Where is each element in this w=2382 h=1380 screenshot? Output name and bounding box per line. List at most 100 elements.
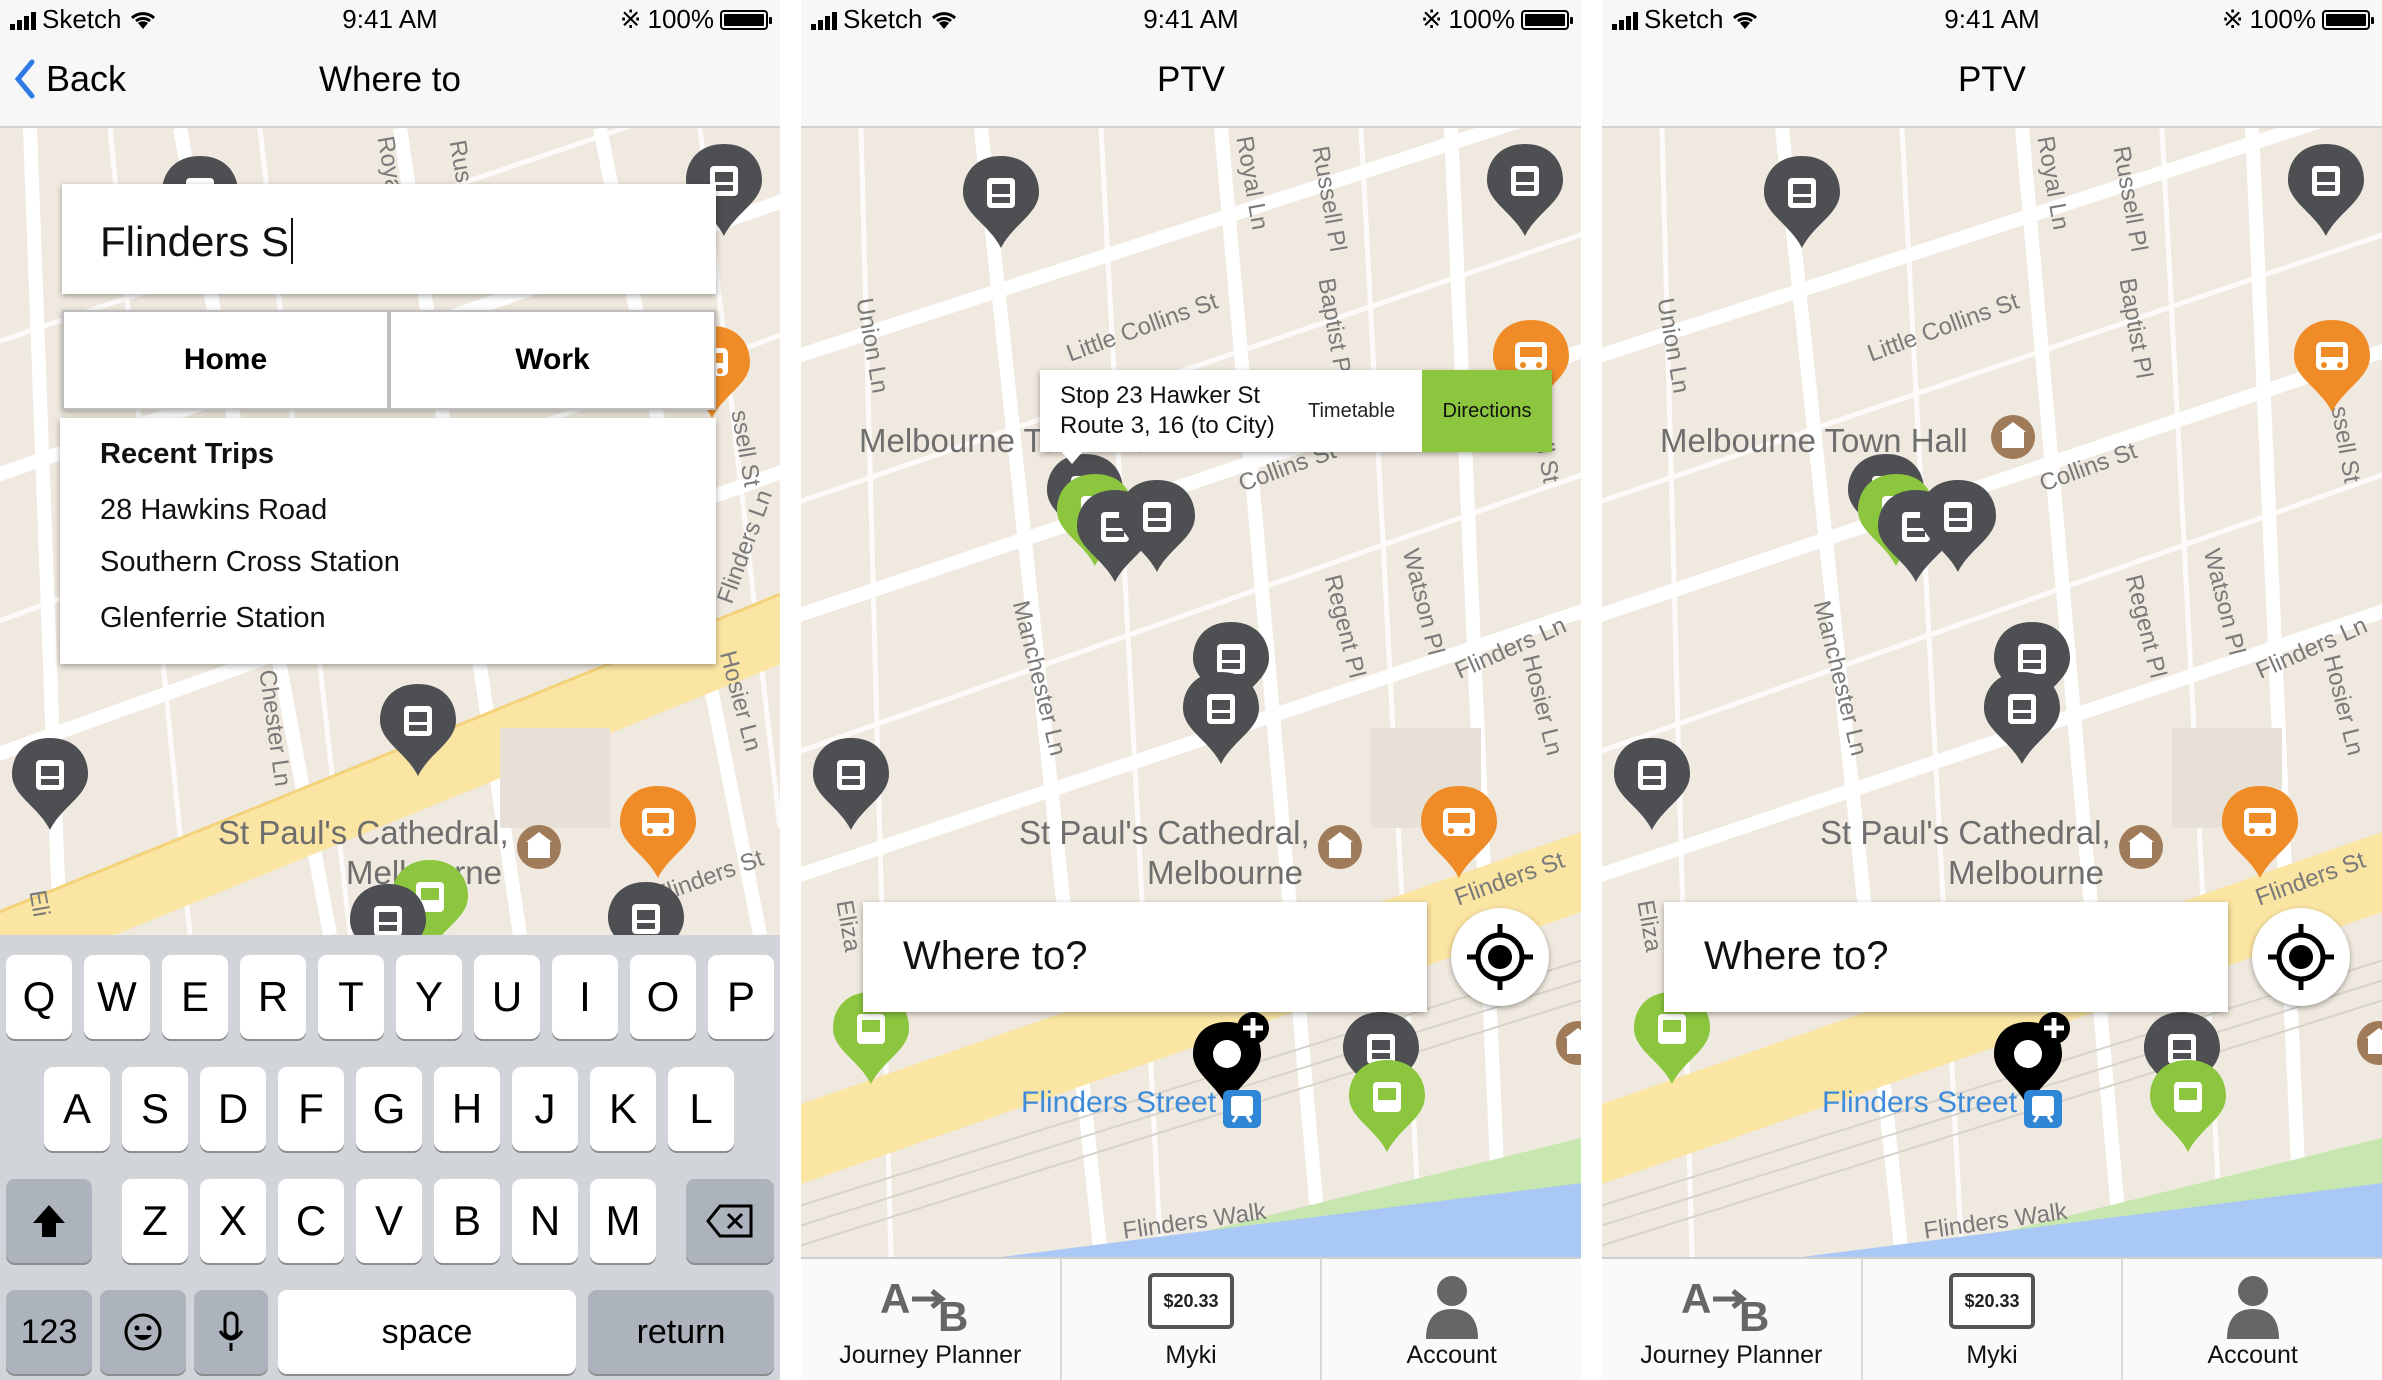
emoji-key[interactable] [100,1290,186,1374]
numbers-key[interactable]: 123 [6,1290,92,1374]
space-key[interactable]: space [278,1290,576,1374]
svg-text:A: A [880,1275,910,1322]
tab-label: Myki [1966,1341,2018,1369]
bus-stop-pin[interactable] [1419,782,1499,882]
stop-pin[interactable] [961,152,1041,252]
screen-map-stop-selected: Sketch 9:41 AM ※ 100% PTV Little Collins… [801,0,1581,1380]
stop-pin[interactable] [2286,140,2366,240]
key-m[interactable]: M [590,1179,656,1263]
myki-card-icon: $20.33 [1148,1273,1234,1329]
bus-stop-pin[interactable] [2220,782,2300,882]
map-label-elizabeth: Eli [23,888,55,919]
key-c[interactable]: C [278,1179,344,1263]
destination-search-input[interactable]: Flinders S [62,184,716,294]
key-k[interactable]: K [590,1067,656,1151]
page-title: Where to [319,60,461,99]
tab-account[interactable]: Account [2121,1259,2382,1380]
tab-label: Account [1406,1341,1497,1369]
popup-pointer [1060,450,1084,464]
map-view[interactable]: Little Collins St Union Ln Royal Ln Russ… [1602,128,2382,1257]
stop-pin[interactable] [1181,668,1261,768]
key-x[interactable]: X [200,1179,266,1263]
stop-pin[interactable] [811,734,891,834]
bluetooth-icon: ※ [619,4,642,34]
stop-pin[interactable] [1117,476,1197,576]
map-label-cathedral-2: Melbourne [1147,854,1303,891]
where-to-placeholder: Where to? [903,934,1088,978]
tab-myki[interactable]: $20.33 Myki [1860,1259,2122,1380]
work-button[interactable]: Work [389,310,716,410]
my-location-button[interactable] [1451,908,1549,1006]
directions-button[interactable]: Directions [1422,370,1552,452]
timetable-button[interactable]: Timetable [1308,400,1395,423]
recent-trip-item[interactable]: 28 Hawkins Road [100,494,327,527]
key-b[interactable]: B [434,1179,500,1263]
where-to-search-box[interactable]: Where to? [863,902,1427,1012]
key-n[interactable]: N [512,1179,578,1263]
stop-info-popup: Stop 23 Hawker St Route 3, 16 (to City) … [1040,370,1552,464]
landmark-icon [2119,825,2163,869]
battery-percent: 100% [647,4,715,34]
key-r[interactable]: R [240,955,306,1039]
where-to-search-box[interactable]: Where to? [1664,902,2228,1012]
key-z[interactable]: Z [122,1179,188,1263]
key-g[interactable]: G [356,1067,422,1151]
tab-bar: AB Journey Planner $20.33 Myki Account [1602,1257,2382,1380]
key-o[interactable]: O [630,955,696,1039]
key-a[interactable]: A [44,1067,110,1151]
tab-myki[interactable]: $20.33 Myki [1059,1259,1321,1380]
key-w[interactable]: W [84,955,150,1039]
key-f[interactable]: F [278,1067,344,1151]
map-label-cathedral: St Paul's Cathedral, [1820,814,2111,851]
stop-pin[interactable] [378,680,458,780]
tab-journey-planner[interactable]: AB Journey Planner [801,1259,1060,1380]
key-u[interactable]: U [474,955,540,1039]
tab-label: Myki [1165,1341,1217,1369]
backspace-icon [706,1204,753,1238]
my-location-button[interactable] [2252,908,2350,1006]
tab-account[interactable]: Account [1320,1259,1581,1380]
key-i[interactable]: I [552,955,618,1039]
shift-arrow-icon [33,1205,65,1237]
stop-pin[interactable] [10,734,90,834]
stop-pin[interactable] [1982,668,2062,768]
dictation-key[interactable] [194,1290,268,1374]
recent-trip-item[interactable]: Glenferrie Station [100,602,326,635]
shift-key[interactable] [6,1179,92,1263]
map-view[interactable]: Little Collins St Union Ln Royal Ln Russ… [801,128,1581,1257]
page-title: PTV [1156,60,1226,99]
tram-stop-pin[interactable] [1347,1056,1427,1156]
account-icon [1425,1276,1478,1339]
stop-pin[interactable] [1918,476,1998,576]
bus-stop-pin[interactable] [618,782,698,882]
key-d[interactable]: D [200,1067,266,1151]
key-h[interactable]: H [434,1067,500,1151]
journey-planner-icon: AB [1681,1275,1769,1335]
stop-pin[interactable] [606,878,686,935]
return-key[interactable]: return [588,1290,774,1374]
key-e[interactable]: E [162,955,228,1039]
key-l[interactable]: L [668,1067,734,1151]
tram-stop-pin[interactable] [2148,1056,2228,1156]
key-t[interactable]: T [318,955,384,1039]
key-y[interactable]: Y [396,955,462,1039]
status-bar: Sketch 9:41 AM ※ 100% [801,0,1581,38]
key-v[interactable]: V [356,1179,422,1263]
key-q[interactable]: Q [6,955,72,1039]
key-j[interactable]: J [512,1067,578,1151]
status-bar: Sketch 9:41 AM ※ 100% [1602,0,2382,38]
key-p[interactable]: P [708,955,774,1039]
recent-trip-item[interactable]: Southern Cross Station [100,546,400,579]
stop-pin[interactable] [1485,140,1565,240]
bus-stop-pin[interactable] [2292,316,2372,416]
battery-percent: 100% [2249,4,2317,34]
stop-pin[interactable] [1612,734,1692,834]
tab-journey-planner[interactable]: AB Journey Planner [1602,1259,1861,1380]
text-caret [291,218,294,264]
home-button[interactable]: Home [62,310,389,410]
key-s[interactable]: S [122,1067,188,1151]
stop-pin[interactable] [1762,152,1842,252]
backspace-key[interactable] [686,1179,774,1263]
stop-pin[interactable] [348,880,428,935]
landmark-icon [517,825,561,869]
